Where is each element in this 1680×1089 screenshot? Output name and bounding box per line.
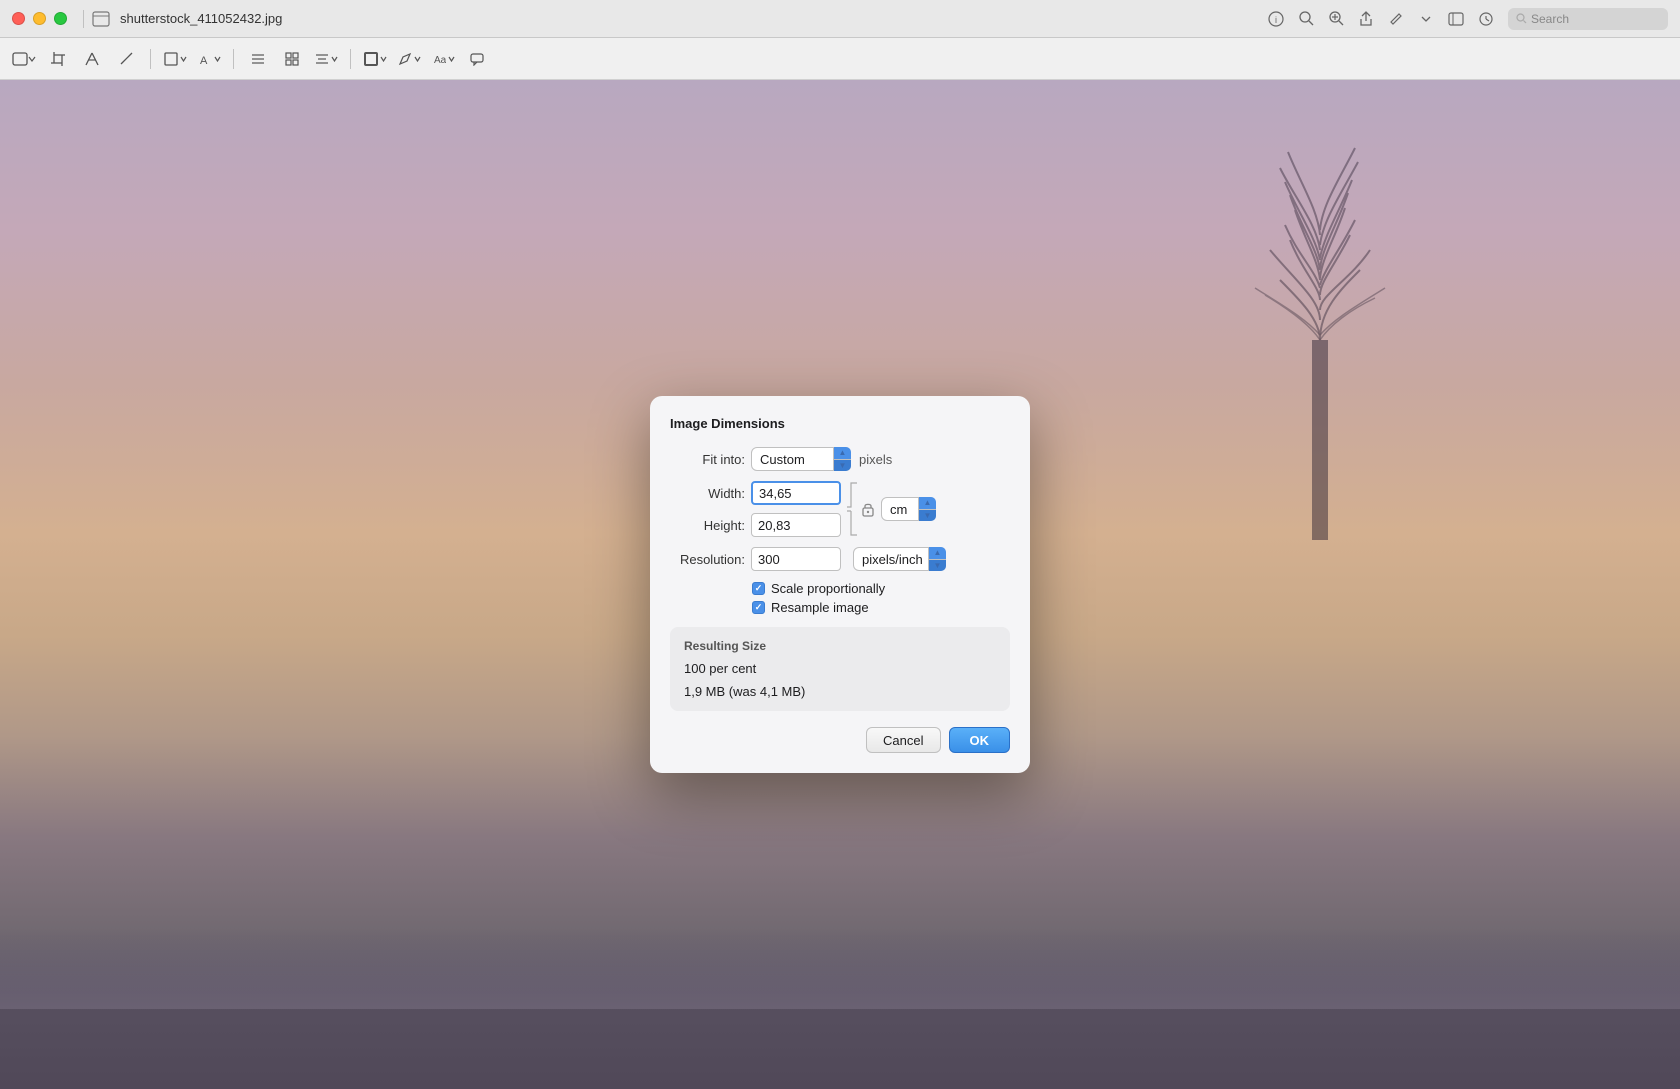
background-image: Image Dimensions Fit into: Custom ▲ ▼ pi… bbox=[0, 80, 1680, 1089]
height-input[interactable] bbox=[751, 513, 841, 537]
share-icon[interactable] bbox=[1358, 11, 1374, 27]
toolbar-color-btn[interactable] bbox=[397, 47, 421, 71]
resample-image-checkbox[interactable]: ✓ bbox=[752, 601, 765, 614]
minimize-button[interactable] bbox=[33, 12, 46, 25]
scale-proportionally-row: ✓ Scale proportionally bbox=[752, 581, 1010, 596]
modal-overlay: Image Dimensions Fit into: Custom ▲ ▼ pi… bbox=[0, 80, 1680, 1089]
sidebar-icon[interactable] bbox=[1448, 11, 1464, 27]
ok-button[interactable]: OK bbox=[949, 727, 1011, 753]
edit-icon[interactable] bbox=[1388, 11, 1404, 27]
search-bar[interactable]: Search bbox=[1508, 8, 1668, 30]
titlebar: shutterstock_411052432.jpg i Search bbox=[0, 0, 1680, 38]
checkbox-section: ✓ Scale proportionally ✓ Resample image bbox=[752, 581, 1010, 615]
search-icon[interactable] bbox=[1298, 11, 1314, 27]
resample-image-row: ✓ Resample image bbox=[752, 600, 1010, 615]
resolution-row: Resolution: pixels/inch pixels/cm ▲ ▼ bbox=[670, 547, 1010, 571]
unit-up-arrow[interactable]: ▲ bbox=[919, 497, 936, 510]
resulting-size-section: Resulting Size 100 per cent 1,9 MB (was … bbox=[670, 627, 1010, 711]
toolbar-text-btn[interactable]: A bbox=[197, 47, 221, 71]
toolbar-annotate-btn[interactable] bbox=[80, 47, 104, 71]
unit-select-wrapper[interactable]: cm px in mm ▲ ▼ bbox=[881, 497, 936, 521]
toolbar-align2-btn[interactable] bbox=[314, 47, 338, 71]
resolution-input[interactable] bbox=[751, 547, 841, 571]
svg-text:A: A bbox=[200, 55, 208, 66]
zoom-in-icon[interactable] bbox=[1328, 11, 1344, 27]
resample-image-label: Resample image bbox=[771, 600, 869, 615]
dialog-title: Image Dimensions bbox=[670, 416, 1010, 431]
res-unit-stepper-arrows[interactable]: ▲ ▼ bbox=[928, 547, 946, 571]
width-row: Width: bbox=[670, 481, 841, 505]
toolbar-shape-btn[interactable] bbox=[12, 47, 36, 71]
scale-proportionally-checkbox[interactable]: ✓ bbox=[752, 582, 765, 595]
clock-icon[interactable] bbox=[1478, 11, 1494, 27]
fit-into-label: Fit into: bbox=[670, 452, 745, 467]
window-icon bbox=[92, 11, 110, 27]
fit-into-select-wrapper[interactable]: Custom ▲ ▼ bbox=[751, 447, 851, 471]
result-size: 1,9 MB (was 4,1 MB) bbox=[684, 684, 996, 699]
fit-into-up-arrow[interactable]: ▲ bbox=[834, 447, 851, 460]
resolution-label: Resolution: bbox=[670, 552, 745, 567]
titlebar-right-icons: i Search bbox=[1268, 8, 1668, 30]
resolution-unit-stepper[interactable]: pixels/inch pixels/cm ▲ ▼ bbox=[853, 547, 946, 571]
check-mark-2: ✓ bbox=[755, 603, 763, 612]
toolbar-speech-btn[interactable] bbox=[465, 47, 489, 71]
wh-section: Width: Height: bbox=[670, 481, 1010, 537]
image-dimensions-dialog: Image Dimensions Fit into: Custom ▲ ▼ pi… bbox=[650, 396, 1030, 773]
width-label: Width: bbox=[670, 486, 745, 501]
res-unit-down-arrow[interactable]: ▼ bbox=[929, 560, 946, 572]
svg-text:i: i bbox=[1275, 15, 1277, 25]
resulting-size-title: Resulting Size bbox=[684, 639, 996, 653]
toolbar-sep-1 bbox=[150, 49, 151, 69]
titlebar-divider bbox=[83, 10, 84, 28]
fit-into-unit: pixels bbox=[859, 452, 892, 467]
resolution-unit-wrapper[interactable]: pixels/inch pixels/cm ▲ ▼ bbox=[853, 547, 946, 571]
toolbar-draw-btn[interactable] bbox=[114, 47, 138, 71]
height-label: Height: bbox=[670, 518, 745, 533]
toolbar-sep-3 bbox=[350, 49, 351, 69]
width-input[interactable] bbox=[751, 481, 841, 505]
toolbar-crop-btn[interactable] bbox=[46, 47, 70, 71]
check-mark-1: ✓ bbox=[755, 584, 763, 593]
fit-into-row: Fit into: Custom ▲ ▼ pixels bbox=[670, 447, 1010, 471]
dialog-buttons: Cancel OK bbox=[670, 727, 1010, 753]
height-row: Height: bbox=[670, 513, 841, 537]
traffic-lights bbox=[12, 12, 67, 25]
titlebar-filename: shutterstock_411052432.jpg bbox=[120, 11, 282, 26]
maximize-button[interactable] bbox=[54, 12, 67, 25]
wh-fields: Width: Height: bbox=[670, 481, 841, 537]
chevron-down-icon[interactable] bbox=[1418, 11, 1434, 27]
scale-proportionally-label: Scale proportionally bbox=[771, 581, 885, 596]
unit-down-arrow[interactable]: ▼ bbox=[919, 510, 936, 522]
close-button[interactable] bbox=[12, 12, 25, 25]
lock-bracket-group bbox=[845, 481, 875, 537]
toolbar: A Aa bbox=[0, 38, 1680, 80]
toolbar-shapes-btn[interactable] bbox=[163, 47, 187, 71]
info-icon[interactable]: i bbox=[1268, 11, 1284, 27]
lock-icon[interactable] bbox=[861, 501, 875, 517]
unit-stepper[interactable]: cm px in mm ▲ ▼ bbox=[881, 497, 936, 521]
search-placeholder: Search bbox=[1531, 12, 1569, 26]
fit-into-stepper-arrows[interactable]: ▲ ▼ bbox=[833, 447, 851, 471]
cancel-button[interactable]: Cancel bbox=[866, 727, 940, 753]
unit-stepper-arrows[interactable]: ▲ ▼ bbox=[918, 497, 936, 521]
toolbar-grid-btn[interactable] bbox=[280, 47, 304, 71]
constraint-bracket bbox=[845, 481, 861, 537]
fit-into-down-arrow[interactable]: ▼ bbox=[834, 460, 851, 472]
svg-text:Aa: Aa bbox=[434, 55, 446, 66]
toolbar-sep-2 bbox=[233, 49, 234, 69]
result-percent: 100 per cent bbox=[684, 661, 996, 676]
toolbar-align-btn[interactable] bbox=[246, 47, 270, 71]
res-unit-up-arrow[interactable]: ▲ bbox=[929, 547, 946, 560]
toolbar-border-btn[interactable] bbox=[363, 47, 387, 71]
toolbar-font-btn[interactable]: Aa bbox=[431, 47, 455, 71]
